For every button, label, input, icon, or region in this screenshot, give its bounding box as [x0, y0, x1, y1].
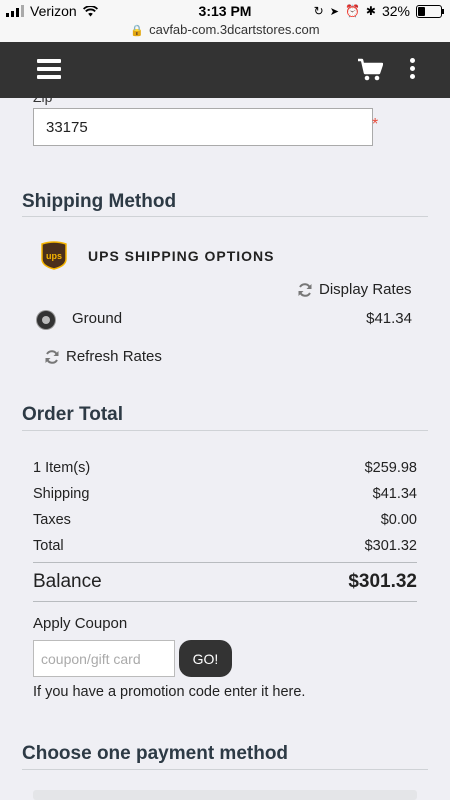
display-rates-link[interactable]: Display Rates [297, 281, 412, 298]
zip-label: Zip [33, 89, 53, 105]
summary-value: $0.00 [380, 512, 417, 528]
rotation-lock-icon: ↻ [313, 4, 324, 18]
summary-row: Taxes $0.00 [33, 512, 417, 528]
divider [22, 216, 428, 217]
cart-icon[interactable] [357, 58, 383, 82]
balance-row: Balance $301.32 [33, 571, 417, 593]
balance-value: $301.32 [348, 571, 417, 592]
summary-label: 1 Item(s) [33, 460, 91, 476]
ground-label: Ground [72, 310, 123, 327]
promo-note: If you have a promotion code enter it he… [33, 684, 306, 700]
summary-value: $41.34 [372, 486, 417, 502]
summary-label: Total [33, 538, 64, 554]
refresh-icon [298, 282, 312, 297]
coupon-input[interactable] [33, 640, 175, 677]
ups-logo: ups [41, 241, 67, 270]
ups-logo-text: ups [46, 251, 62, 261]
divider [22, 430, 428, 431]
refresh-rates-link[interactable]: Refresh Rates [44, 348, 162, 365]
divider [22, 769, 428, 770]
divider [33, 601, 417, 602]
payment-options-panel [33, 790, 417, 800]
hamburger-menu-icon[interactable] [37, 59, 61, 79]
display-rates-label: Display Rates [319, 281, 412, 298]
summary-value: $301.32 [364, 538, 417, 554]
balance-label: Balance [33, 571, 102, 592]
ups-shipping-title: UPS SHIPPING OPTIONS [88, 248, 275, 264]
ground-radio[interactable] [37, 311, 55, 329]
bluetooth-icon: ✱ [365, 4, 376, 18]
divider [33, 562, 417, 563]
summary-row: 1 Item(s) $259.98 [33, 460, 417, 476]
battery-percent: 32% [381, 3, 410, 19]
summary-label: Shipping [33, 486, 90, 502]
refresh-icon [45, 349, 59, 364]
site-header [0, 42, 450, 98]
shipping-method-title: Shipping Method [22, 191, 177, 212]
apply-coupon-button[interactable]: GO! [179, 640, 232, 677]
summary-row: Shipping $41.34 [33, 486, 417, 502]
url-bar[interactable]: 🔒 cavfab-com.3dcartstores.com [0, 22, 450, 42]
status-right: ↻ ➤ ⏰ ✱ 32% [313, 3, 444, 19]
alarm-icon: ⏰ [344, 4, 360, 18]
summary-value: $259.98 [364, 460, 417, 476]
required-marker: * [372, 116, 379, 133]
zip-input[interactable] [33, 108, 373, 146]
payment-method-title: Choose one payment method [22, 743, 289, 764]
status-bar: Verizon 3:13 PM ↻ ➤ ⏰ ✱ 32% [0, 0, 450, 22]
url-text: cavfab-com.3dcartstores.com [149, 22, 320, 37]
order-total-title: Order Total [22, 404, 123, 425]
summary-label: Taxes [33, 512, 71, 528]
refresh-rates-label: Refresh Rates [66, 348, 162, 365]
battery-icon [416, 4, 444, 18]
lock-icon: 🔒 [130, 25, 145, 37]
ground-price: $41.34 [366, 310, 412, 327]
apply-coupon-label: Apply Coupon [33, 615, 128, 632]
more-vertical-icon[interactable] [410, 58, 416, 82]
summary-row: Total $301.32 [33, 538, 417, 554]
location-icon: ➤ [329, 5, 339, 18]
